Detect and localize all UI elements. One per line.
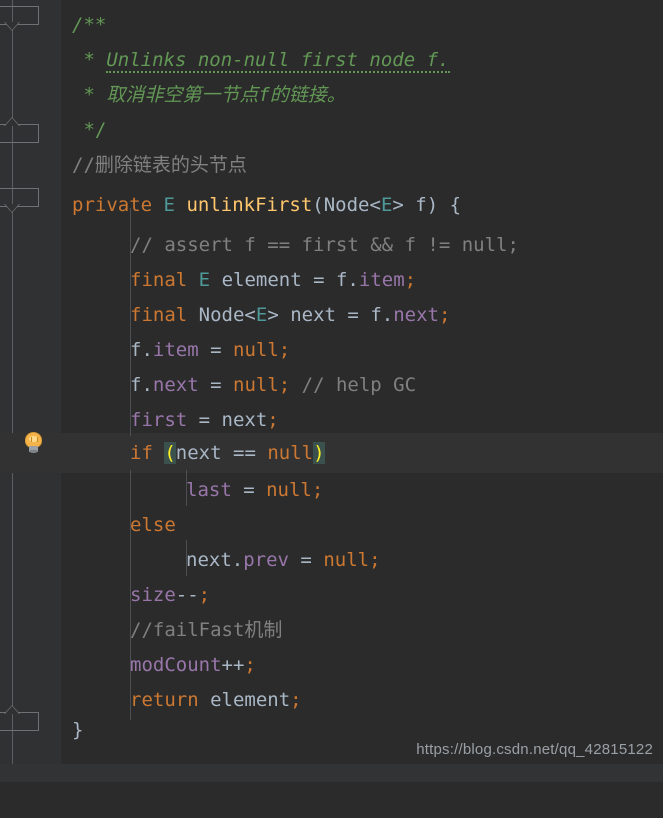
lightbulb-icon[interactable] — [24, 433, 43, 454]
comment-assert: // assert f == first && f != null; — [130, 234, 519, 256]
code-line-10[interactable]: f.item = null; — [0, 333, 663, 368]
field-modCount: modCount — [130, 654, 222, 676]
field-first: first — [130, 409, 188, 431]
keyword-else: else — [130, 514, 176, 536]
indent-guide-if-branch — [130, 470, 131, 508]
brace-close: } — [72, 719, 84, 741]
watermark-url: https://blog.csdn.net/qq_42815122 — [416, 741, 653, 758]
field-item: item — [358, 269, 405, 291]
code-line-3[interactable]: * 取消非空第一节点f的链接。 — [0, 78, 663, 113]
literal-null: null — [233, 339, 279, 361]
code-editor[interactable]: /** * Unlinks non-null first node f. * 取… — [0, 0, 663, 782]
code-line-1[interactable]: /** — [0, 8, 663, 43]
keyword-if: if — [130, 442, 153, 464]
javadoc-close: */ — [72, 119, 107, 141]
javadoc-star: * — [72, 49, 107, 71]
paren-open: ( — [312, 194, 324, 216]
field-next: next — [393, 304, 439, 326]
var-next-ref: next — [175, 442, 222, 464]
comment-failfast: //failFast机制 — [130, 619, 283, 641]
keyword-return: return — [130, 689, 199, 711]
code-line-18[interactable]: //failFast机制 — [0, 613, 663, 648]
code-content[interactable]: /** * Unlinks non-null first node f. * 取… — [0, 0, 663, 782]
code-line-14[interactable]: last = null; — [0, 473, 663, 508]
javadoc-open: /** — [72, 14, 107, 36]
javadoc-summary-zh: 取消非空第一节点f的链接。 — [106, 84, 346, 106]
field-last: last — [186, 479, 232, 501]
matched-paren-close: ) — [313, 442, 325, 464]
code-line-19[interactable]: modCount++; — [0, 648, 663, 683]
code-line-11[interactable]: f.next = null; // help GC — [0, 368, 663, 403]
code-line-6[interactable]: private E unlinkFirst(Node<E> f) { — [0, 188, 663, 223]
code-line-5[interactable]: //删除链表的头节点 — [0, 148, 663, 183]
keyword-private: private — [72, 194, 153, 216]
indent-guide-method-body-2 — [130, 508, 131, 720]
class-Node: Node — [323, 194, 370, 216]
indent-guide-else-block — [186, 540, 187, 576]
code-line-16[interactable]: next.prev = null; — [0, 543, 663, 578]
code-line-8[interactable]: final E element = f.item; — [0, 263, 663, 298]
field-size: size — [130, 584, 176, 606]
paren-close: ) — [426, 194, 439, 216]
code-line-2[interactable]: * Unlinks non-null first node f. — [0, 43, 663, 78]
lightbulb-base-bottom — [30, 450, 37, 453]
indent-guide-method-body — [130, 208, 131, 436]
field-prev: prev — [243, 549, 289, 571]
comment-delete-head-node: //删除链表的头节点 — [72, 154, 247, 176]
code-line-9[interactable]: final Node<E> next = f.next; — [0, 298, 663, 333]
code-line-15[interactable]: else — [0, 508, 663, 543]
code-line-4[interactable]: */ — [0, 113, 663, 148]
bottom-strip — [0, 764, 663, 782]
code-line-17[interactable]: size--; — [0, 578, 663, 613]
javadoc-summary-en: Unlinks non-null first node f. — [106, 49, 450, 73]
var-element: element — [221, 269, 302, 291]
code-line-13[interactable]: if (next == null) — [0, 433, 663, 473]
param-f: f — [415, 194, 427, 216]
method-name-unlinkFirst: unlinkFirst — [186, 194, 313, 216]
matched-paren-open: ( — [164, 442, 176, 464]
brace-open: { — [449, 194, 462, 216]
type-param-E: E — [163, 194, 175, 216]
lightbulb-filament — [31, 437, 38, 442]
var-element-ref: element — [210, 689, 291, 711]
comment-help-gc: // help GC — [301, 374, 417, 396]
indent-guide-if-block — [186, 470, 187, 506]
javadoc-star: * — [72, 84, 107, 106]
var-next: next — [290, 304, 336, 326]
keyword-final: final — [130, 269, 188, 291]
code-line-7[interactable]: // assert f == first && f != null; — [0, 228, 663, 263]
